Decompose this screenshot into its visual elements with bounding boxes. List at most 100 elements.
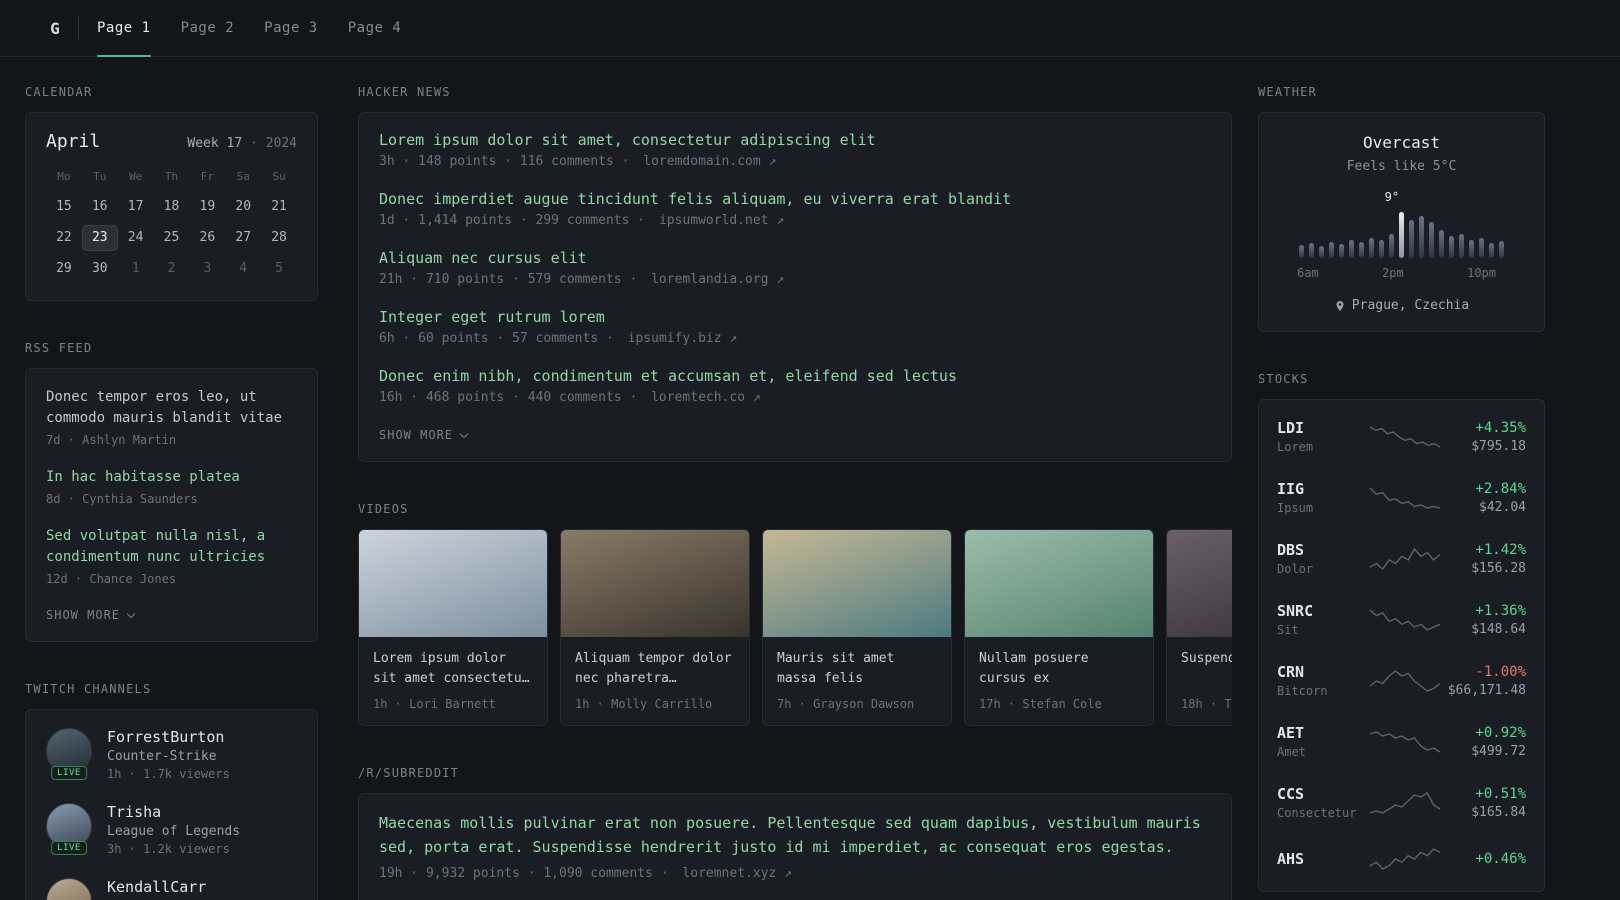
hackernews-item-meta: 3h · 148 points · 116 comments · loremdo…	[379, 154, 1211, 169]
video-card[interactable]: Mauris sit amet massa felis 7h · Grayson…	[762, 529, 952, 727]
video-card[interactable]: Nullam posuere cursus ex 17h · Stefan Co…	[964, 529, 1154, 727]
weather-hour-bar[interactable]	[1449, 236, 1454, 258]
video-title[interactable]: Mauris sit amet massa felis	[777, 649, 937, 689]
calendar-day[interactable]: 29	[46, 256, 82, 282]
calendar-day[interactable]: 20	[225, 194, 261, 220]
calendar-day[interactable]: 19	[189, 194, 225, 220]
calendar-day[interactable]: 28	[261, 225, 297, 251]
weather-hour-bar[interactable]	[1359, 242, 1364, 258]
avatar	[46, 878, 92, 900]
weather-hour-bar[interactable]	[1489, 243, 1494, 258]
weather-hour-bar[interactable]	[1389, 234, 1394, 258]
hackernews-item-stats: 21h · 710 points · 579 comments ·	[379, 272, 638, 287]
calendar-day[interactable]: 25	[154, 225, 190, 251]
stock-row[interactable]: CRN Bitcorn -1.00% $66,171.48	[1277, 650, 1526, 711]
calendar-day[interactable]: 3	[189, 256, 225, 282]
weather-location: Prague, Czechia	[1281, 298, 1522, 313]
video-card[interactable]: Suspendisse diam 18h · Tara	[1166, 529, 1232, 727]
calendar-day[interactable]: 5	[261, 256, 297, 282]
weather-hour-bar[interactable]	[1429, 222, 1434, 258]
calendar-day[interactable]: 16	[82, 194, 118, 220]
hackernews-item-title[interactable]: Lorem ipsum dolor sit amet, consectetur …	[379, 131, 1211, 149]
videos-section-title: VIDEOS	[358, 502, 409, 516]
rss-show-more-button[interactable]: SHOW MORE	[46, 608, 136, 622]
nav-tab[interactable]: Page 4	[348, 0, 402, 56]
stock-row[interactable]: LDI Lorem +4.35% $795.18	[1277, 406, 1526, 467]
hackernews-item-domain-link[interactable]: ipsumworld.net ↗	[659, 213, 784, 228]
hackernews-item-domain-link[interactable]: loremlandia.org ↗	[651, 272, 784, 287]
hackernews-item-domain-link[interactable]: loremtech.co ↗	[651, 390, 761, 405]
weather-location-label: Prague, Czechia	[1351, 298, 1470, 313]
weather-hour-bar[interactable]	[1479, 238, 1484, 258]
video-title[interactable]: Aliquam tempor dolor nec pharetra…	[575, 649, 735, 689]
channel-name[interactable]: Trisha	[107, 803, 240, 821]
video-thumbnail[interactable]	[561, 530, 749, 637]
calendar-day[interactable]: 4	[225, 256, 261, 282]
rss-item-title[interactable]: Sed volutpat nulla nisl, a condimentum n…	[46, 526, 297, 568]
rss-item-title[interactable]: In hac habitasse platea	[46, 467, 297, 488]
nav-tab[interactable]: Page 1	[97, 0, 151, 57]
nav-tab[interactable]: Page 3	[264, 0, 318, 56]
calendar-day[interactable]: 30	[82, 256, 118, 282]
hackernews-show-more-button[interactable]: SHOW MORE	[379, 428, 469, 442]
weather-hour-bar[interactable]	[1339, 244, 1344, 258]
hackernews-item-title[interactable]: Donec imperdiet augue tincidunt felis al…	[379, 190, 1211, 208]
hackernews-item-title[interactable]: Integer eget rutrum lorem	[379, 308, 1211, 326]
nav-tab[interactable]: Page 2	[181, 0, 235, 56]
dashboard: CALENDAR April Week 17 · 2024 Mo Tu We T…	[0, 57, 1620, 900]
weather-hour-bar[interactable]	[1349, 240, 1354, 258]
video-card[interactable]: Aliquam tempor dolor nec pharetra… 1h · …	[560, 529, 750, 727]
hackernews-item-title[interactable]: Aliquam nec cursus elit	[379, 249, 1211, 267]
video-thumbnail[interactable]	[359, 530, 547, 637]
weather-hour-bar[interactable]	[1309, 243, 1314, 258]
video-title[interactable]: Nullam posuere cursus ex	[979, 649, 1139, 689]
calendar-day[interactable]: 21	[261, 194, 297, 220]
stock-row[interactable]: CCS Consectetur +0.51% $165.84	[1277, 772, 1526, 833]
hackernews-item-domain-link[interactable]: ipsumify.biz ↗	[628, 331, 738, 346]
channel-name[interactable]: ForrestBurton	[107, 728, 230, 746]
calendar-day[interactable]: 24	[118, 225, 154, 251]
weather-hour-bar[interactable]	[1409, 220, 1414, 258]
calendar-day[interactable]: 26	[189, 225, 225, 251]
twitch-channel[interactable]: KendallCarr	[46, 878, 297, 900]
calendar-day[interactable]: 15	[46, 194, 82, 220]
weather-hour-bar[interactable]	[1469, 240, 1474, 258]
subreddit-post-title[interactable]: Maecenas mollis pulvinar erat non posuer…	[379, 812, 1211, 859]
weather-hour-bar[interactable]	[1459, 234, 1464, 258]
video-title[interactable]: Suspendisse diam	[1181, 649, 1232, 689]
twitch-channel[interactable]: LIVE Trisha League of Legends 3h · 1.2k …	[46, 803, 297, 856]
stock-row[interactable]: SNRC Sit +1.36% $148.64	[1277, 589, 1526, 650]
calendar-day[interactable]: 23	[81, 225, 118, 251]
subreddit-post-domain-link[interactable]: loremnet.xyz ↗	[682, 866, 792, 881]
weather-hour-bar[interactable]	[1399, 212, 1404, 258]
calendar-day[interactable]: 18	[154, 194, 190, 220]
weather-hour-bar[interactable]	[1499, 241, 1504, 258]
calendar-day[interactable]: 2	[154, 256, 190, 282]
weather-hour-bar[interactable]	[1439, 230, 1444, 258]
video-thumbnail[interactable]	[763, 530, 951, 637]
app-logo[interactable]: G	[40, 13, 70, 43]
calendar-day[interactable]: 1	[118, 256, 154, 282]
stock-row[interactable]: DBS Dolor +1.42% $156.28	[1277, 528, 1526, 589]
stock-row[interactable]: IIG Ipsum +2.84% $42.04	[1277, 467, 1526, 528]
channel-name[interactable]: KendallCarr	[107, 878, 206, 896]
weather-hour-bar[interactable]	[1319, 246, 1324, 258]
video-thumbnail[interactable]	[1167, 530, 1232, 637]
weather-hour-bar[interactable]	[1299, 245, 1304, 258]
weather-hour-bar[interactable]	[1379, 240, 1384, 258]
stock-row[interactable]: AHS +0.46%	[1277, 833, 1526, 885]
weather-hour-bar[interactable]	[1419, 216, 1424, 258]
twitch-channel[interactable]: LIVE ForrestBurton Counter-Strike 1h · 1…	[46, 728, 297, 781]
hackernews-item-title[interactable]: Donec enim nibh, condimentum et accumsan…	[379, 367, 1211, 385]
weather-hour-bar[interactable]	[1369, 238, 1374, 258]
calendar-day[interactable]: 27	[225, 225, 261, 251]
stock-row[interactable]: AET Amet +0.92% $499.72	[1277, 711, 1526, 772]
calendar-day[interactable]: 17	[118, 194, 154, 220]
video-card[interactable]: Lorem ipsum dolor sit amet consectetu… 1…	[358, 529, 548, 727]
video-thumbnail[interactable]	[965, 530, 1153, 637]
rss-item-title[interactable]: Donec tempor eros leo, ut commodo mauris…	[46, 387, 297, 429]
hackernews-item-domain-link[interactable]: loremdomain.com ↗	[643, 154, 776, 169]
video-title[interactable]: Lorem ipsum dolor sit amet consectetu…	[373, 649, 533, 689]
weather-hour-bar[interactable]	[1329, 242, 1334, 258]
calendar-day[interactable]: 22	[46, 225, 82, 251]
